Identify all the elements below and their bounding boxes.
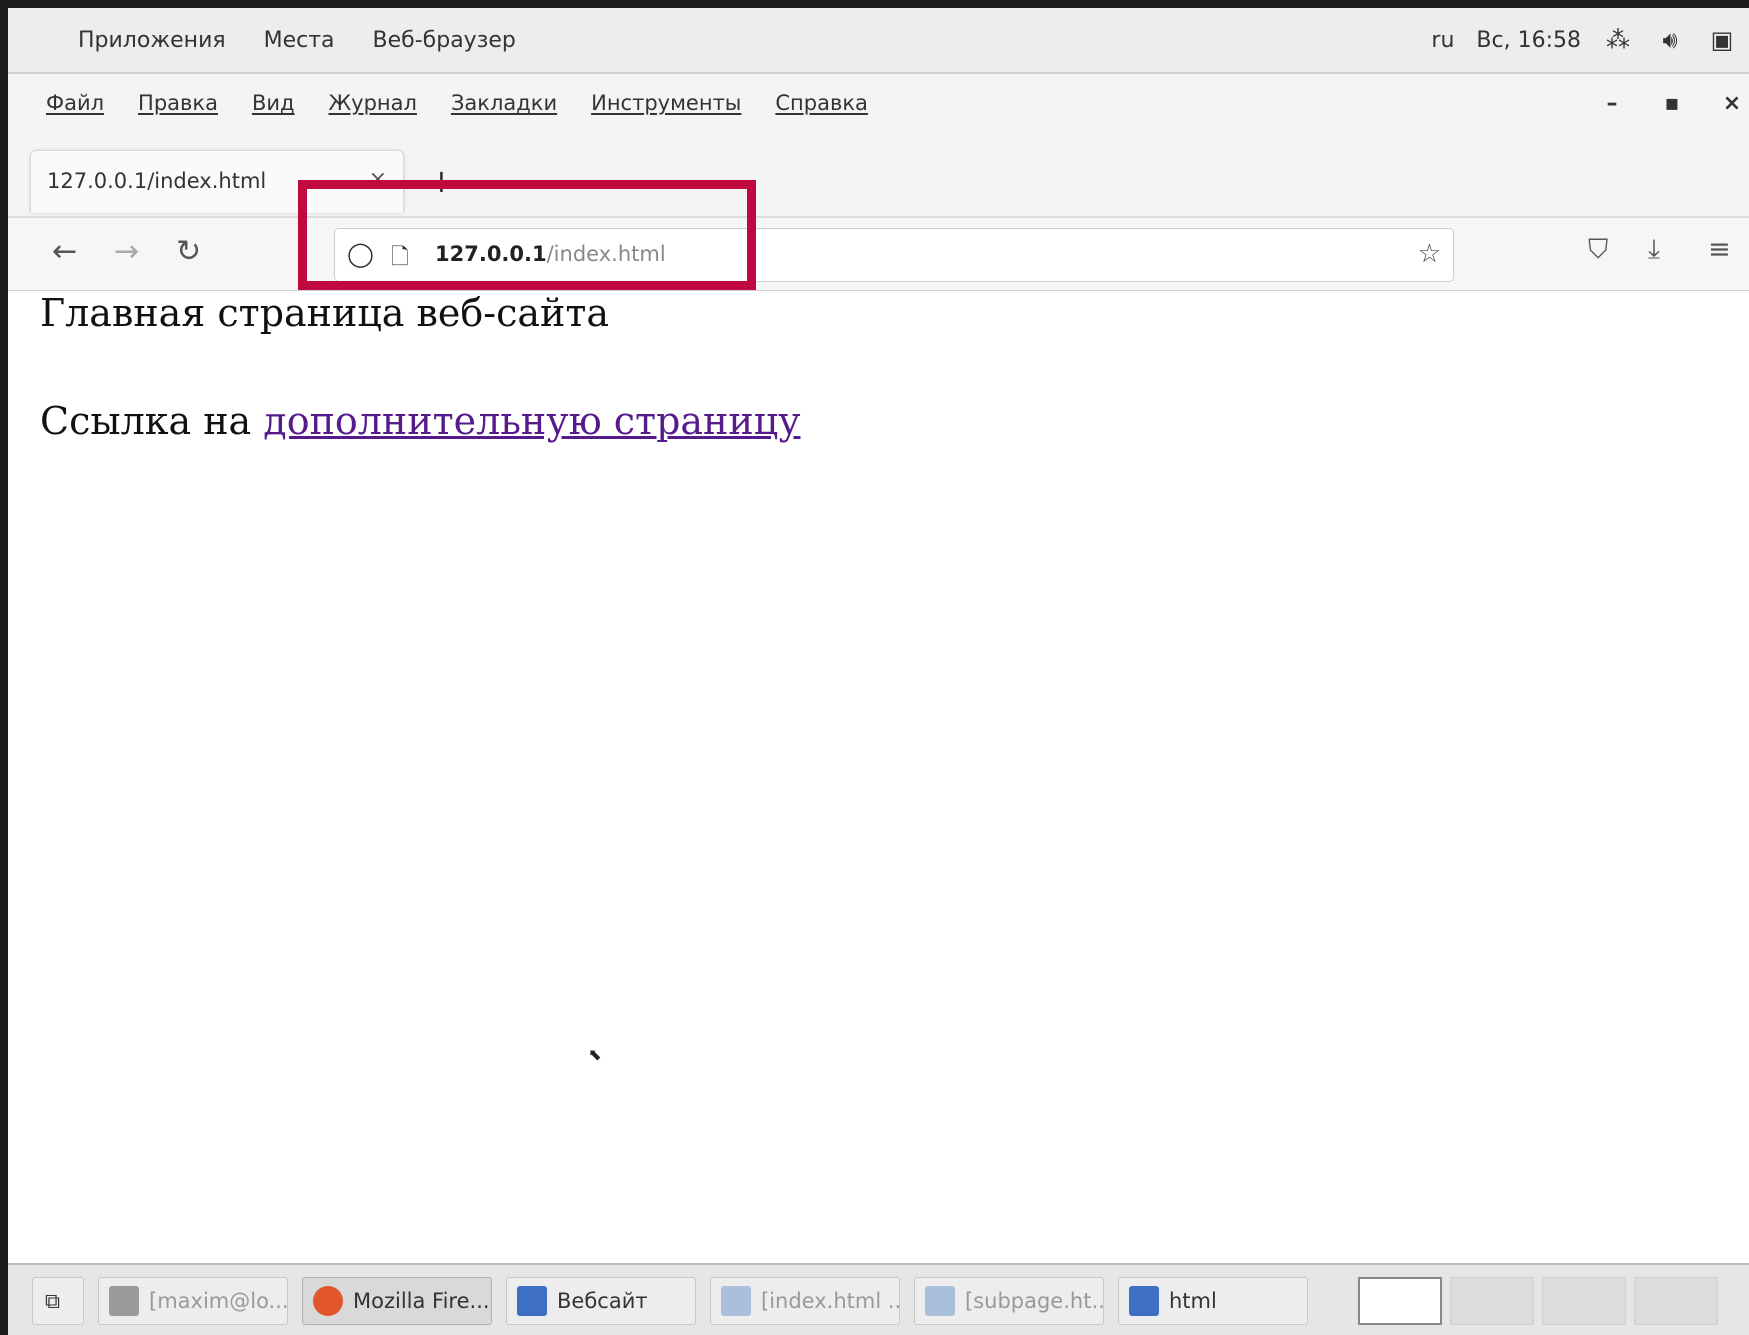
taskbar-item-terminal[interactable]: [maxim@lo...	[98, 1277, 288, 1325]
active-app-name[interactable]: Веб-браузер	[373, 28, 516, 53]
workspace-3[interactable]	[1542, 1277, 1626, 1325]
forward-icon[interactable]: →	[114, 234, 139, 269]
taskbar-item-label: Mozilla Fire...	[353, 1289, 490, 1313]
browser-menu-bar: Файл Правка Вид Журнал Закладки Инструме…	[8, 74, 1749, 132]
show-desktop-icon: ⧉	[45, 1288, 60, 1313]
page-content: Главная страница веб-сайта Ссылка на доп…	[8, 291, 1749, 1261]
applications-menu[interactable]: Приложения	[78, 28, 226, 53]
window-list-taskbar: ⧉ [maxim@lo... Mozilla Fire... Вебсайт […	[8, 1263, 1749, 1335]
url-host: 127.0.0.1	[435, 242, 547, 266]
system-top-bar: Приложения Места Веб-браузер ru Вс, 16:5…	[8, 8, 1749, 74]
taskbar-item-index-editor[interactable]: [index.html ...	[710, 1277, 900, 1325]
taskbar-item-label: [subpage.ht...	[965, 1289, 1104, 1313]
menu-tools[interactable]: Инструменты	[591, 91, 741, 115]
clock[interactable]: Вс, 16:58	[1476, 28, 1581, 53]
pocket-icon[interactable]: ⛉	[1588, 234, 1608, 266]
taskbar-item-website-folder[interactable]: Вебсайт	[506, 1277, 696, 1325]
page-heading: Главная страница веб-сайта	[40, 291, 610, 335]
tab-strip: 127.0.0.1/index.html × +	[8, 132, 1749, 218]
workspace-2[interactable]	[1450, 1277, 1534, 1325]
window-maximize-button[interactable]: ▪	[1661, 91, 1683, 116]
window-minimize-button[interactable]: –	[1601, 91, 1623, 116]
workspace-4[interactable]	[1634, 1277, 1718, 1325]
menu-help[interactable]: Справка	[775, 91, 868, 115]
taskbar-item-label: Вебсайт	[557, 1289, 648, 1313]
terminal-icon	[109, 1286, 139, 1316]
page-info-icon[interactable]: 🗋︎	[391, 240, 409, 278]
taskbar-item-label: [index.html ...	[761, 1289, 900, 1313]
places-menu[interactable]: Места	[264, 28, 335, 53]
menu-view[interactable]: Вид	[252, 91, 295, 115]
taskbar-item-label: [maxim@lo...	[149, 1289, 288, 1313]
subpage-link[interactable]: дополнительную страницу	[263, 399, 800, 443]
navigation-toolbar: ← → ↻ ◯ 🗋︎ 127.0.0.1/index.html ☆ ⛉ ⤓ ≡	[8, 218, 1749, 291]
desktop-screen: Приложения Места Веб-браузер ru Вс, 16:5…	[8, 8, 1749, 1335]
tab-title: 127.0.0.1/index.html	[47, 169, 267, 193]
taskbar-item-html-folder[interactable]: html	[1118, 1277, 1308, 1325]
download-icon[interactable]: ⤓	[1648, 234, 1660, 266]
reload-icon[interactable]: ↻	[176, 234, 201, 269]
url-path: /index.html	[546, 242, 666, 266]
folder-icon	[1129, 1286, 1159, 1316]
keyboard-layout-indicator[interactable]: ru	[1431, 28, 1454, 53]
app-menu-icon[interactable]: ≡	[1708, 234, 1731, 265]
url-text[interactable]: 127.0.0.1/index.html	[435, 242, 666, 266]
link-paragraph: Ссылка на дополнительную страницу	[40, 399, 801, 443]
window-close-button[interactable]: ×	[1721, 91, 1743, 116]
show-desktop-button[interactable]: ⧉	[32, 1277, 84, 1325]
workspace-1[interactable]	[1358, 1277, 1442, 1325]
taskbar-item-firefox[interactable]: Mozilla Fire...	[302, 1277, 492, 1325]
mouse-cursor-icon: ⬉	[588, 1045, 602, 1064]
taskbar-item-subpage-editor[interactable]: [subpage.ht...	[914, 1277, 1104, 1325]
link-prefix: Ссылка на	[40, 399, 264, 443]
text-file-icon	[721, 1286, 751, 1316]
tab-close-icon[interactable]: ×	[369, 167, 387, 192]
tracking-protection-icon[interactable]: ◯	[347, 240, 374, 268]
menu-bookmarks[interactable]: Закладки	[451, 91, 557, 115]
firefox-icon	[313, 1286, 343, 1316]
tab-index[interactable]: 127.0.0.1/index.html ×	[30, 150, 404, 213]
folder-icon	[517, 1286, 547, 1316]
menu-history[interactable]: Журнал	[329, 91, 417, 115]
taskbar-item-label: html	[1169, 1289, 1217, 1313]
network-icon[interactable]: ⁂	[1603, 26, 1633, 54]
menu-file[interactable]: Файл	[46, 91, 104, 115]
text-file-icon	[925, 1286, 955, 1316]
back-icon[interactable]: ←	[52, 234, 77, 269]
volume-icon[interactable]: 🔊︎	[1655, 26, 1685, 54]
menu-edit[interactable]: Правка	[138, 91, 218, 115]
new-tab-button[interactable]: +	[428, 162, 455, 200]
url-bar[interactable]: ◯ 🗋︎ 127.0.0.1/index.html ☆	[334, 228, 1454, 282]
battery-icon[interactable]: ▣	[1707, 26, 1737, 54]
bookmark-star-icon[interactable]: ☆	[1418, 239, 1441, 269]
